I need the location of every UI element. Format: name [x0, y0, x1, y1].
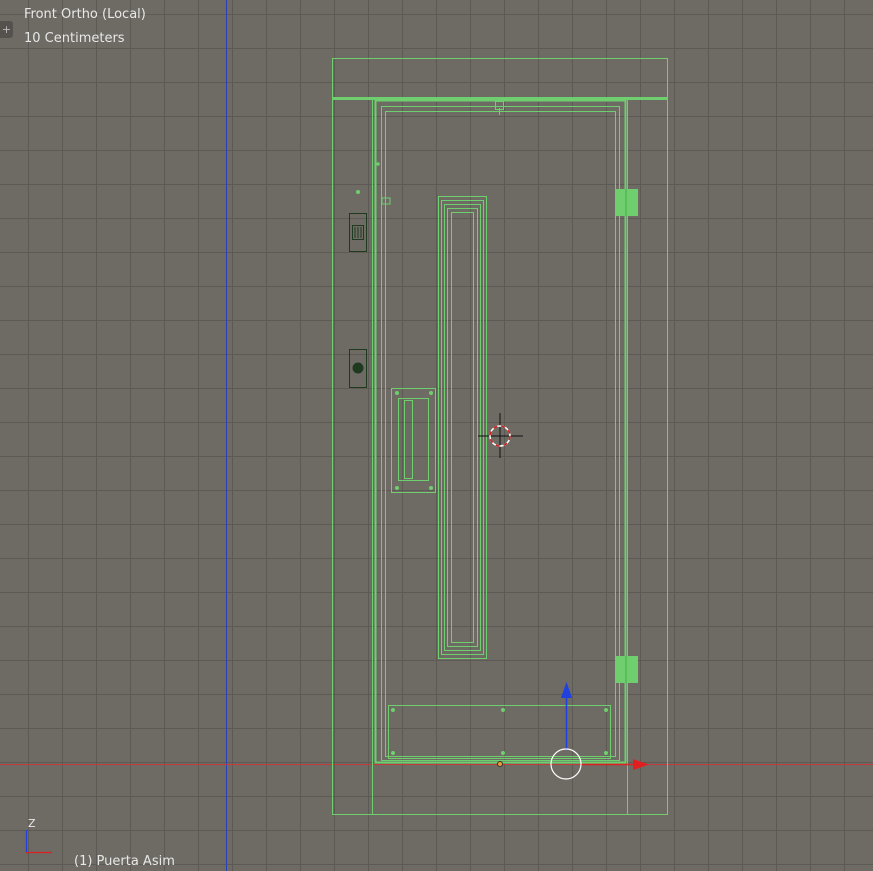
object-origin	[497, 761, 503, 767]
handle-bar-outer	[398, 398, 429, 481]
object-name-label: (1) Puerta Asim	[74, 854, 175, 869]
3d-cursor[interactable]	[478, 413, 523, 458]
kick-plate	[388, 705, 611, 759]
hinge-top	[616, 189, 638, 216]
frame-switches	[349, 213, 367, 388]
glass-panel-1	[438, 196, 487, 659]
gizmo-z-label: Z	[28, 817, 36, 830]
glass-panel-3	[444, 204, 481, 651]
grid-scale-label: 10 Centimeters	[24, 31, 125, 46]
glass-panel-5	[451, 212, 474, 643]
hinge-bottom	[616, 656, 638, 683]
axes-gizmo: Z	[25, 817, 52, 854]
handle-bar-inner	[404, 400, 413, 479]
3d-viewport[interactable]: Z	[0, 0, 873, 871]
toolshelf-toggle-button[interactable]: +	[0, 21, 13, 38]
plus-icon: +	[1, 23, 12, 36]
view-name-label: Front Ortho (Local)	[24, 7, 146, 22]
